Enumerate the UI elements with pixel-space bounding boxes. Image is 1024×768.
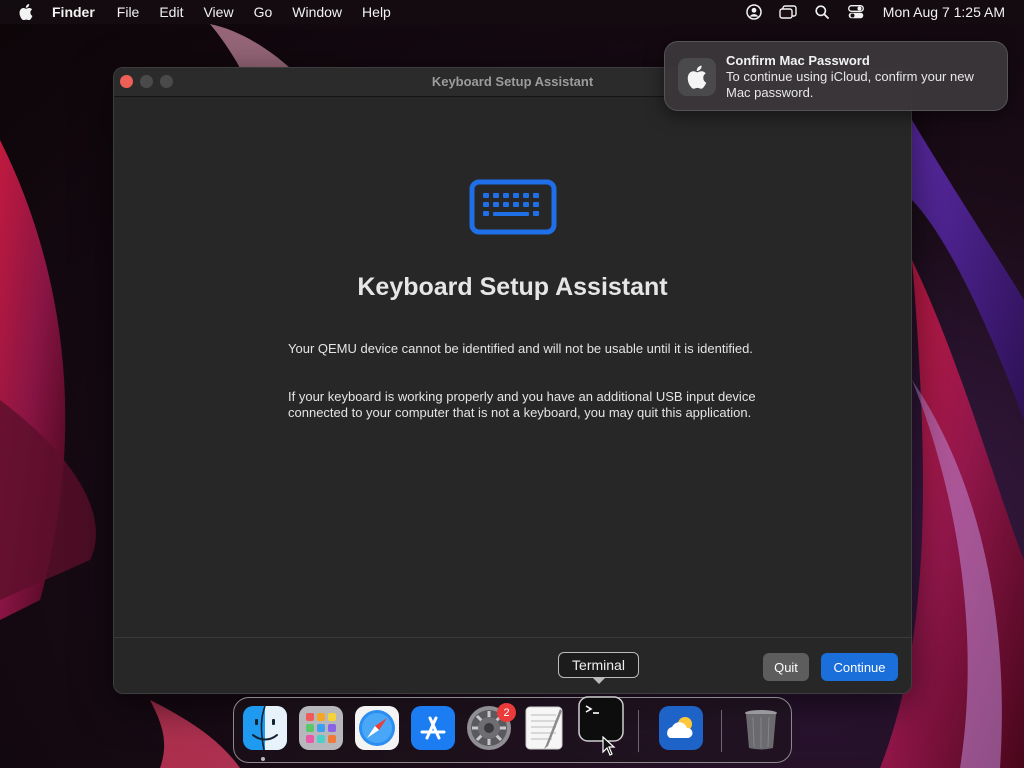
mouse-cursor-icon <box>602 735 616 761</box>
menu-file[interactable]: File <box>107 0 150 24</box>
quit-button[interactable]: Quit <box>763 653 809 681</box>
control-center-icon[interactable] <box>839 0 873 24</box>
dock-textedit-icon[interactable] <box>522 705 568 751</box>
menu-view[interactable]: View <box>193 0 243 24</box>
dock-safari-icon[interactable] <box>354 705 400 751</box>
finder-running-indicator <box>261 757 265 761</box>
spotlight-icon[interactable] <box>805 0 839 24</box>
user-icon[interactable] <box>737 0 771 24</box>
dock-trash-icon[interactable] <box>738 705 784 751</box>
apple-menu-icon[interactable] <box>0 4 52 20</box>
dock-app-store-icon[interactable] <box>410 705 456 751</box>
dock-divider-2 <box>721 710 722 752</box>
notification-title: Confirm Mac Password <box>726 53 870 68</box>
menu-help[interactable]: Help <box>352 0 401 24</box>
continue-button[interactable]: Continue <box>821 653 898 681</box>
menu-edit[interactable]: Edit <box>149 0 193 24</box>
dock-divider <box>638 710 639 752</box>
menu-go[interactable]: Go <box>244 0 283 24</box>
notification-body: To continue using iCloud, confirm your n… <box>726 69 974 100</box>
dock-terminal-icon[interactable] <box>578 696 624 742</box>
apple-logo-icon <box>678 58 716 96</box>
menu-bar: Finder File Edit View Go Window Help Mon… <box>0 0 1024 24</box>
dock-weather-icon[interactable] <box>658 705 704 751</box>
dock-launchpad-icon[interactable] <box>298 705 344 751</box>
dock-tooltip-arrow <box>592 677 606 684</box>
notification-banner[interactable]: Confirm Mac Password To continue using i… <box>664 41 1008 111</box>
dock-finder-icon[interactable] <box>242 705 288 751</box>
keyboard-setup-window: Keyboard Setup Assistant Keyboard Setup … <box>113 67 912 694</box>
screen-mirroring-icon[interactable] <box>771 0 805 24</box>
menu-app-finder[interactable]: Finder <box>52 0 107 24</box>
dock-tooltip: Terminal <box>558 652 639 678</box>
description-paragraph-2: If your keyboard is working properly and… <box>288 389 756 420</box>
description-paragraph-1: Your QEMU device cannot be identified an… <box>288 341 753 356</box>
dock: 2 <box>233 696 792 763</box>
notification-badge: 2 <box>497 703 516 722</box>
assistant-heading: Keyboard Setup Assistant <box>357 273 668 301</box>
footer-divider <box>114 637 911 638</box>
menu-window[interactable]: Window <box>282 0 352 24</box>
keyboard-icon <box>469 179 557 240</box>
menu-clock[interactable]: Mon Aug 7 1:25 AM <box>873 4 1024 20</box>
